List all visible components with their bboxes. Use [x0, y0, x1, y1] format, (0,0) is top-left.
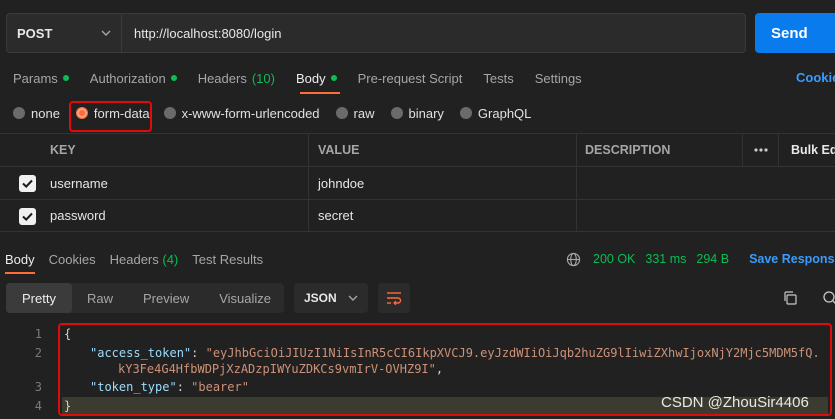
row-description[interactable] — [576, 200, 742, 231]
response-status: 200 OK 331 ms 294 B Save Response — [566, 250, 835, 268]
status-dot-icon — [170, 75, 177, 81]
table-row: username johndoe — [0, 166, 835, 199]
globe-icon[interactable] — [566, 252, 581, 267]
row-description[interactable] — [576, 167, 742, 199]
format-label: JSON — [304, 291, 337, 305]
url-input[interactable]: http://localhost:8080/login — [122, 26, 281, 41]
tab-label: Pre-request Script — [357, 70, 463, 86]
bulk-edit-button[interactable]: Bulk Edi — [778, 134, 835, 166]
view-visualize[interactable]: Visualize — [204, 283, 286, 313]
tab-label: Settings — [534, 70, 582, 86]
active-tab-indicator — [300, 92, 340, 94]
view-mode-group: Pretty Raw Preview Visualize — [6, 283, 284, 313]
body-type-label: x-www-form-urlencoded — [181, 105, 320, 121]
resp-tab-headers[interactable]: Headers (4) — [110, 252, 179, 267]
tab-label: Headers — [197, 70, 247, 86]
radio-icon — [163, 107, 176, 119]
tab-label: Params — [13, 70, 58, 86]
view-raw[interactable]: Raw — [72, 283, 128, 313]
row-checkbox[interactable] — [19, 175, 36, 192]
table-header: KEY VALUE DESCRIPTION Bulk Edi — [0, 133, 835, 166]
copy-icon[interactable] — [782, 290, 798, 306]
search-icon[interactable] — [822, 290, 835, 306]
tab-label: Headers — [109, 251, 159, 267]
line-number: 3 — [34, 380, 42, 394]
tab-headers[interactable]: Headers (10) — [198, 71, 275, 86]
view-preview[interactable]: Preview — [128, 283, 204, 313]
tab-count: (10) — [251, 70, 275, 86]
request-tabs: Params Authorization Headers (10) Body Pr… — [13, 68, 603, 88]
tab-authorization[interactable]: Authorization — [90, 71, 177, 86]
form-data-highlight — [69, 101, 152, 132]
line-number: 2 — [34, 346, 42, 360]
body-type-raw[interactable]: raw — [335, 105, 375, 121]
format-select[interactable]: JSON — [294, 283, 368, 313]
status-dot-icon — [62, 75, 69, 81]
line-number: 4 — [34, 399, 42, 413]
body-type-urlencoded[interactable]: x-www-form-urlencoded — [163, 105, 320, 121]
response-time[interactable]: 331 ms — [645, 252, 686, 266]
body-type-label: none — [31, 105, 60, 121]
line-number: 1 — [34, 327, 42, 341]
params-table: KEY VALUE DESCRIPTION Bulk Edi username … — [0, 133, 835, 232]
tab-body[interactable]: Body — [296, 71, 337, 86]
radio-icon — [459, 107, 472, 119]
resp-tab-test-results[interactable]: Test Results — [192, 252, 263, 267]
save-response-button[interactable]: Save Response — [749, 252, 835, 266]
body-type-binary[interactable]: binary — [390, 105, 444, 121]
row-value[interactable]: johndoe — [308, 167, 576, 199]
radio-icon — [335, 107, 348, 119]
tab-params[interactable]: Params — [13, 71, 69, 86]
body-type-label: GraphQL — [477, 105, 532, 121]
tab-pre-request-script[interactable]: Pre-request Script — [358, 71, 463, 86]
radio-icon — [13, 107, 25, 119]
chevron-down-icon — [101, 30, 111, 36]
body-type-label: binary — [408, 105, 444, 121]
row-checkbox[interactable] — [19, 208, 36, 225]
column-header-key: KEY — [50, 143, 76, 157]
wrap-lines-button[interactable] — [378, 283, 410, 313]
view-pretty[interactable]: Pretty — [6, 283, 72, 313]
column-header-value: VALUE — [308, 134, 576, 166]
row-key[interactable]: username — [42, 167, 308, 199]
cookies-link[interactable]: Cookie — [796, 70, 835, 85]
tab-settings[interactable]: Settings — [535, 71, 582, 86]
status-code[interactable]: 200 OK — [593, 252, 635, 266]
response-size[interactable]: 294 B — [696, 252, 729, 266]
send-button[interactable]: Send — [755, 13, 835, 53]
more-options-icon[interactable] — [742, 134, 778, 166]
response-tabs: Body Cookies Headers (4) Test Results — [5, 250, 277, 268]
row-value[interactable]: secret — [308, 200, 576, 231]
watermark: CSDN @ZhouSir4406 — [661, 394, 809, 411]
active-response-tab-indicator — [5, 272, 35, 274]
method-label: POST — [17, 25, 53, 41]
body-type-label: raw — [353, 105, 375, 121]
method-select[interactable]: POST — [7, 14, 122, 52]
chevron-down-icon — [348, 295, 358, 301]
body-type-graphql[interactable]: GraphQL — [459, 105, 532, 121]
body-type-none[interactable]: none — [13, 106, 60, 121]
resp-tab-cookies[interactable]: Cookies — [49, 252, 96, 267]
tab-label: Tests — [483, 70, 514, 86]
checkmark-icon — [22, 212, 33, 222]
status-dot-icon — [330, 75, 337, 81]
radio-icon — [390, 107, 403, 119]
resp-tab-body[interactable]: Body — [5, 252, 35, 267]
wrap-lines-icon — [387, 292, 402, 305]
checkmark-icon — [22, 179, 33, 189]
tab-label: Body — [295, 70, 326, 86]
request-bar: POST http://localhost:8080/login — [6, 13, 746, 53]
tab-tests[interactable]: Tests — [483, 71, 513, 86]
row-key[interactable]: password — [42, 200, 308, 231]
tab-label: Authorization — [89, 70, 166, 86]
column-header-description: DESCRIPTION — [576, 134, 742, 166]
table-row: password secret — [0, 199, 835, 232]
tab-count: (4) — [162, 251, 179, 267]
